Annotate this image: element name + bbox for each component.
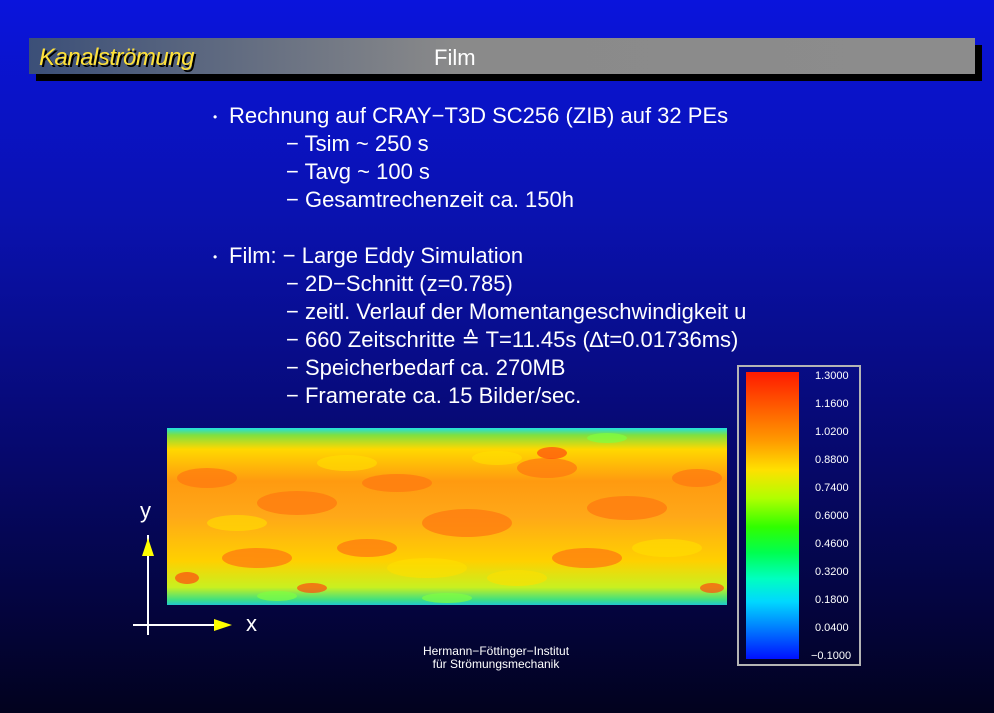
y-arrow-icon	[142, 538, 154, 556]
slide-title: Film	[434, 45, 476, 70]
axes-arrows	[133, 535, 232, 635]
colorbar-tick: 1.0200	[815, 426, 849, 438]
colorbar-gradient	[746, 372, 799, 659]
colorbar-tick: 1.1600	[815, 398, 849, 410]
colorbar-tick: 1.3000	[815, 370, 849, 382]
colorbar: 1.3000 1.1600 1.0200 0.8800 0.7400 0.600…	[737, 365, 861, 666]
y-axis-label: y	[140, 498, 151, 523]
x-arrow-icon	[214, 619, 232, 631]
colorbar-tick: −0.1000	[811, 650, 852, 662]
colorbar-tick: 0.7400	[815, 482, 849, 494]
velocity-field-image	[167, 428, 727, 605]
block1-item: − Tavg ~ 100 s	[286, 159, 430, 184]
x-axis-label: x	[246, 611, 257, 636]
block2-heading: Film: − Large Eddy Simulation	[229, 243, 524, 268]
colorbar-tick: 0.6000	[815, 510, 849, 522]
title-bar: Kanalströmung Film	[29, 38, 975, 74]
block2-item: − 660 Zeitschritte ≙ T=11.45s (∆t=0.0173…	[286, 327, 739, 352]
block1-item: − Tsim ~ 250 s	[286, 131, 429, 156]
block1-item: − Gesamtrechenzeit ca. 150h	[286, 187, 574, 212]
block2-item: − 2D−Schnitt (z=0.785)	[286, 271, 513, 296]
institute-department: für Strömungsmechanik	[432, 657, 560, 671]
block1-heading: Rechnung auf CRAY−T3D SC256 (ZIB) auf 32…	[229, 103, 729, 128]
colorbar-tick: 0.1800	[815, 594, 849, 606]
bullet-icon: •	[213, 110, 218, 124]
colorbar-tick: 0.0400	[815, 622, 849, 634]
colorbar-tick: 0.8800	[815, 454, 849, 466]
section-title: Kanalströmung	[39, 44, 194, 71]
block2-item: − Speicherbedarf ca. 270MB	[286, 355, 566, 380]
bullet-icon: •	[213, 250, 218, 264]
block2-item: − Framerate ca. 15 Bilder/sec.	[286, 383, 582, 408]
institute-footer: Hermann−Föttinger−Institut für Strömungs…	[396, 645, 596, 671]
colorbar-tick: 0.4600	[815, 538, 849, 550]
colorbar-tick: 0.3200	[815, 566, 849, 578]
block2-item: − zeitl. Verlauf der Momentangeschwindig…	[286, 299, 747, 324]
